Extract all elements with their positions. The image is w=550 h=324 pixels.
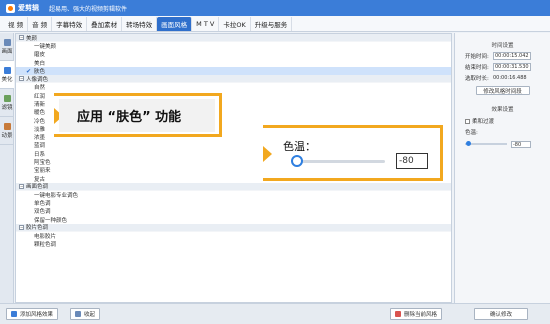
tab-filter[interactable]: 滤镜	[0, 89, 14, 117]
effect-natural[interactable]: 自然	[16, 83, 451, 91]
effect-movie-film[interactable]: 电影胶片	[16, 232, 451, 240]
effect-one-click-movie[interactable]: 一键电影专业调色	[16, 191, 451, 199]
menu-upgrade-service[interactable]: 升级与服务	[251, 17, 293, 31]
effect-skin-tone[interactable]: ✔ 肤色	[16, 66, 451, 76]
picture-icon	[3, 38, 11, 46]
start-time-label: 开始时间:	[465, 54, 489, 60]
tab-label: 美化	[1, 76, 13, 83]
motion-icon	[3, 122, 11, 130]
add-style-effect-button[interactable]: 添加风格效果	[6, 308, 59, 320]
add-icon	[11, 311, 17, 317]
end-time-label: 结束时间:	[465, 65, 489, 71]
category-portrait-grading[interactable]: − 人像调色	[16, 75, 451, 84]
popup-arrow-icon	[263, 146, 272, 162]
effect-whitening[interactable]: 美白	[16, 59, 451, 67]
tab-motion[interactable]: 动景	[0, 117, 14, 145]
effect-grain-tone[interactable]: 颗粒色调	[16, 240, 451, 248]
delete-style-button[interactable]: 删除当前风格	[390, 308, 443, 320]
modify-style-time-button[interactable]: 修改风格时间段	[475, 86, 530, 95]
color-temp-value-input[interactable]: -80	[396, 153, 428, 169]
color-temp-setting-input[interactable]: -80	[511, 140, 531, 148]
collapse-icon[interactable]: −	[19, 224, 24, 230]
checkmark-icon: ✔	[26, 67, 32, 75]
end-time-input[interactable]: 00:00:31.530	[493, 63, 531, 71]
soft-transition-label: 柔和过渡	[472, 119, 495, 125]
confirm-modify-button[interactable]: 确认修改	[474, 308, 528, 320]
menu-karaoke[interactable]: 卡拉OK	[219, 17, 251, 31]
menu-transition-effects[interactable]: 转场特效	[122, 17, 158, 31]
main-menu-bar: 视 频 音 频 字幕特效 叠加素材 转场特效 画面风格 M T V 卡拉OK 升…	[0, 16, 550, 32]
tab-label: 滤镜	[1, 104, 13, 111]
slider-thumb[interactable]	[466, 141, 471, 146]
color-temp-slider-track[interactable]	[291, 160, 385, 163]
start-time-input[interactable]: 00:00:15.042	[493, 52, 531, 60]
app-logo-icon	[6, 3, 15, 13]
category-label: 胶片色调	[26, 225, 49, 232]
color-temp-slider-thumb[interactable]	[291, 155, 303, 167]
end-time-row: 结束时间: 00:00:31.530	[455, 63, 550, 71]
effect-settings-heading: 效果设置	[491, 107, 514, 113]
category-label: 画面色调	[26, 184, 49, 191]
tab-beautify[interactable]: 美化	[0, 61, 14, 89]
effect-smooth-skin[interactable]: 磨皮	[16, 50, 451, 58]
category-picture-tone[interactable]: − 画面色调	[16, 182, 451, 191]
color-temp-setting-label: 色温:	[465, 130, 478, 136]
beautify-icon	[3, 66, 11, 74]
bottom-toolbar: 添加风格效果 收起 删除当前风格 确认修改	[0, 303, 550, 324]
soft-transition-checkbox[interactable]: 柔和过渡	[455, 117, 550, 125]
checkbox-icon	[465, 118, 470, 124]
duration-value: 00:00:16.488	[493, 75, 527, 81]
app-slogan: 超易用、强大的视频剪辑软件	[49, 5, 128, 13]
menu-audio[interactable]: 音 频	[28, 17, 53, 31]
collapse-button[interactable]: 收起	[70, 308, 101, 320]
menu-video[interactable]: 视 频	[4, 17, 29, 31]
slider-track[interactable]	[465, 143, 507, 145]
color-temp-setting-slider[interactable]: -80	[465, 140, 550, 148]
tab-picture[interactable]: 画面	[0, 33, 14, 61]
category-beauty[interactable]: − 美颜	[16, 34, 451, 42]
settings-panel: 时间设置 开始时间: 00:00:15.042 结束时间: 00:00:31.5…	[454, 33, 550, 303]
menu-mtv[interactable]: M T V	[192, 17, 220, 31]
title-bar: 爱剪辑 超易用、强大的视频剪辑软件	[0, 0, 550, 16]
effect-one-click-beauty[interactable]: 一键美颜	[16, 42, 451, 50]
collapse-icon[interactable]: −	[19, 35, 24, 40]
menu-picture-style[interactable]: 画面风格	[157, 17, 193, 31]
color-temp-label: 色温：	[283, 140, 316, 153]
duration-row: 选取时长: 00:00:16.488	[455, 74, 550, 82]
button-label: 删除当前风格	[404, 312, 438, 318]
menu-overlay-material[interactable]: 叠加素材	[87, 17, 123, 31]
collapse-arrow-icon	[75, 311, 81, 317]
category-film-tone[interactable]: − 胶片色调	[16, 223, 451, 232]
effect-keep-one-color[interactable]: 保留一种颜色	[16, 216, 451, 224]
callout-text: 应用 “肤色” 功能	[59, 99, 215, 132]
button-label: 添加风格效果	[20, 312, 54, 318]
filter-icon	[3, 94, 11, 102]
delete-icon	[395, 311, 401, 317]
effect-duotone[interactable]: 双色调	[16, 207, 451, 215]
color-temp-setting-row: 色温:	[455, 128, 550, 136]
collapse-icon[interactable]: −	[19, 183, 24, 189]
start-time-row: 开始时间: 00:00:15.042	[455, 52, 550, 60]
category-label: 人像调色	[26, 76, 49, 83]
tab-label: 画面	[1, 48, 13, 55]
duration-label: 选取时长:	[465, 76, 489, 82]
effect-monochrome[interactable]: 单色调	[16, 199, 451, 207]
collapse-icon[interactable]: −	[19, 76, 24, 82]
menu-subtitle-effects[interactable]: 字幕特效	[52, 17, 88, 31]
style-category-tabs: 画面 美化 滤镜 动景	[0, 33, 14, 303]
time-settings-heading: 时间设置	[491, 43, 514, 49]
category-label: 美颜	[26, 35, 38, 42]
button-label: 收起	[84, 312, 96, 318]
tab-label: 动景	[1, 132, 13, 139]
app-name: 爱剪辑	[18, 4, 39, 12]
